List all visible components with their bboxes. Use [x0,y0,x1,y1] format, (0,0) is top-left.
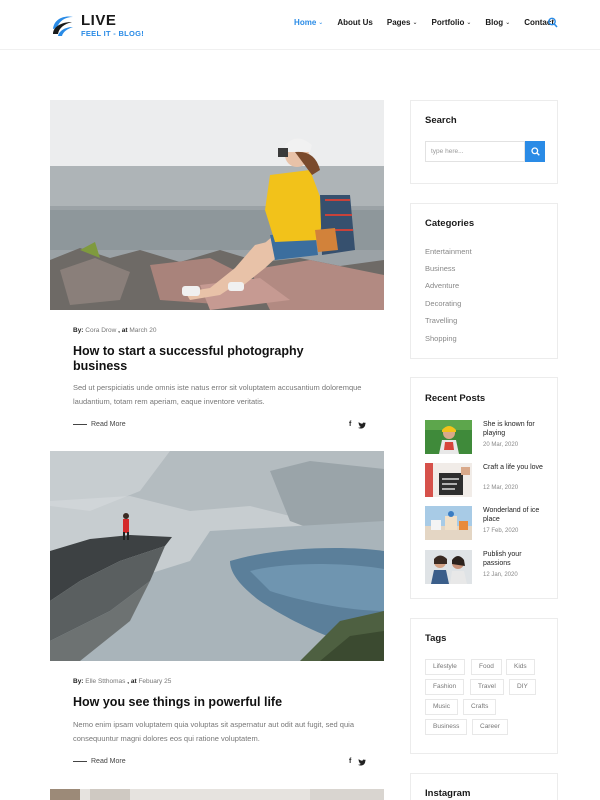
category-item[interactable]: Business [425,264,455,273]
recent-post-date: 12 Mar, 2020 [483,485,519,491]
tag-item[interactable]: Travel [470,679,504,695]
read-more-line [73,424,87,425]
brand-tagline: FEEL IT - BLOG! [81,29,145,38]
post-image-photographer[interactable] [50,100,384,310]
category-item[interactable]: Entertainment [425,247,472,256]
post-excerpt: Nemo enim ipsam voluptatem quia voluptas… [73,720,354,743]
nav-label: Blog [485,18,504,27]
widget-title: Instagram [425,788,471,799]
read-more-label: Read More [91,758,126,765]
brand-title: LIVE [81,12,117,29]
recent-post-thumbnail [425,420,472,454]
main-nav: Home ⌄ About Us Pages ⌄ Portfolio ⌄ Blog ⌄ C… [294,18,554,27]
categories-widget: Categories Entertainment Business Advent… [410,203,558,359]
tag-item[interactable]: Food [471,659,502,675]
photo-third-post [50,789,384,800]
read-more-link[interactable]: Read More [73,421,126,428]
recent-post-item[interactable]: She is known for playing 20 Mar, 2020 [425,420,550,454]
widget-title: Recent Posts [425,393,486,404]
tag-item[interactable]: Kids [506,659,535,675]
at-label: , at [118,327,128,334]
recent-post-thumbnail [425,550,472,584]
post-author[interactable]: Elle Stthomas [85,678,125,685]
post-title[interactable]: How you see things in powerful life [73,695,343,710]
by-label: By: [73,327,84,334]
recent-post-title[interactable]: Publish your passions [483,550,547,568]
search-input[interactable]: type here... [425,141,525,162]
post-image-cliff[interactable] [50,451,384,661]
post-date: March 20 [129,327,157,334]
tag-item[interactable]: Crafts [463,699,497,715]
site-header: LIVE FEEL IT - BLOG! Home ⌄ About Us Page… [0,0,600,50]
post-meta: By: Cora Drow , at March 20 [73,327,157,334]
recent-post-thumbnail [425,506,472,540]
recent-post-title[interactable]: Wonderland of ice place [483,506,547,524]
instagram-widget: Instagram [410,773,558,800]
share-links: f [341,758,367,766]
post-meta: By: Elle Stthomas , at Febuary 25 [73,678,171,685]
widget-title: Categories [425,218,475,229]
post-author[interactable]: Cora Drow [85,327,116,334]
nav-item-about[interactable]: About Us [337,18,373,27]
chevron-down-icon: ⌄ [412,20,418,26]
facebook-icon[interactable]: f [349,758,351,766]
read-more-link[interactable]: Read More [73,758,126,765]
recent-post-item[interactable]: Publish your passions 12 Jan, 2020 [425,550,550,584]
chevron-down-icon: ⌄ [466,20,472,26]
nav-item-home[interactable]: Home ⌄ [294,18,323,27]
recent-post-title[interactable]: Craft a life you love [483,463,547,472]
category-item[interactable]: Decorating [425,299,461,308]
tag-item[interactable]: Career [472,719,508,735]
at-label: , at [127,678,137,685]
photo-girl-on-rocks [50,100,384,310]
tag-item[interactable]: DIY [509,679,536,695]
tag-item[interactable]: Lifestyle [425,659,465,675]
twitter-icon[interactable] [358,759,367,766]
share-links: f [341,421,367,429]
category-item[interactable]: Shopping [425,334,457,343]
widget-title: Search [425,115,457,126]
recent-post-item[interactable]: Wonderland of ice place 17 Feb, 2020 [425,506,550,540]
read-more-label: Read More [91,421,126,428]
twitter-icon[interactable] [358,422,367,429]
recent-post-date: 12 Jan, 2020 [483,572,518,578]
recent-post-title[interactable]: She is known for playing [483,420,547,438]
recent-post-thumbnail [425,463,472,497]
category-item[interactable]: Travelling [425,316,457,325]
recent-post-date: 17 Feb, 2020 [483,528,519,534]
search-icon [530,147,540,156]
search-button[interactable] [525,141,545,162]
nav-label: Home [294,18,317,27]
tag-item[interactable]: Music [425,699,458,715]
tag-item[interactable]: Fashion [425,679,465,695]
photo-man-on-cliff [50,451,384,661]
facebook-icon[interactable]: f [349,421,351,429]
by-label: By: [73,678,84,685]
post-excerpt: Sed ut perspiciatis unde omnis iste natu… [73,383,362,406]
chevron-down-icon: ⌄ [505,20,511,26]
tags-widget: Tags Lifestyle Food Kids Fashion Travel … [410,618,558,754]
nav-item-pages[interactable]: Pages ⌄ [387,18,418,27]
search-icon[interactable] [548,17,558,29]
recent-post-item[interactable]: Craft a life you love 12 Mar, 2020 [425,463,550,497]
nav-label: Portfolio [431,18,465,27]
widget-title: Tags [425,633,447,644]
nav-item-portfolio[interactable]: Portfolio ⌄ [431,18,471,27]
category-item[interactable]: Adventure [425,281,459,290]
search-widget: Search type here... [410,100,558,184]
nav-label: About Us [337,18,373,27]
tag-item[interactable]: Business [425,719,468,735]
nav-item-blog[interactable]: Blog ⌄ [485,18,510,27]
post-title[interactable]: How to start a successful photography bu… [73,344,343,374]
post-image-third[interactable] [50,788,384,800]
nav-label: Pages [386,18,411,27]
logo-mark-icon [53,16,73,36]
recent-post-date: 20 Mar, 2020 [483,442,519,448]
logo[interactable]: LIVE FEEL IT - BLOG! [50,12,150,40]
read-more-line [73,761,87,762]
post-date: Febuary 25 [138,678,172,685]
recent-posts-widget: Recent Posts She is known for playing 20… [410,377,558,599]
chevron-down-icon: ⌄ [318,20,324,26]
